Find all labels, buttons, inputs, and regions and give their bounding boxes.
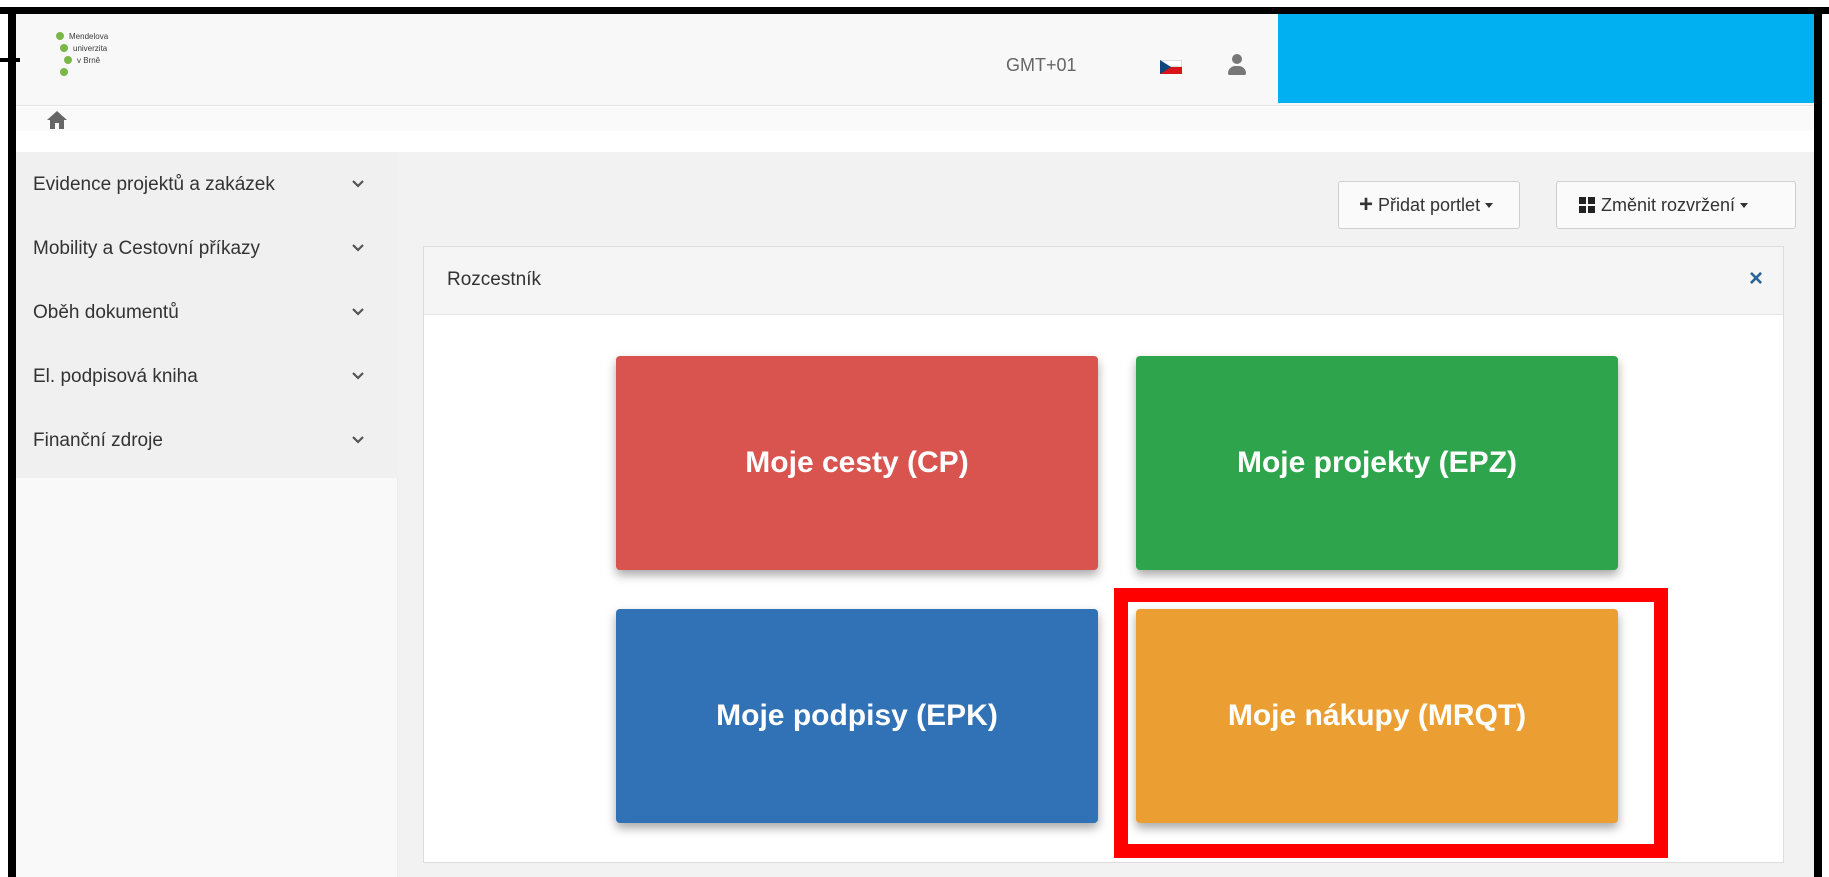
top-header: Mendelova univerzita v Brně GMT+01 — [16, 14, 1814, 106]
sidebar-item-label: Oběh dokumentů — [33, 302, 179, 323]
czech-flag-icon[interactable] — [1160, 60, 1182, 74]
sidebar-item-label: Mobility a Cestovní příkazy — [33, 238, 261, 259]
logo-dot — [60, 44, 68, 52]
logo-text-line: v Brně — [77, 55, 101, 65]
sidebar-item-podpisova-kniha[interactable]: El. podpisová kniha — [16, 344, 398, 408]
sidebar-item-evidence-projektu[interactable]: Evidence projektů a zakázek — [16, 152, 398, 216]
portlet-header: Rozcestník × — [424, 247, 1783, 315]
chevron-down-icon — [352, 244, 364, 252]
frame-border-right — [1814, 7, 1822, 877]
change-layout-button[interactable]: Změnit rozvržení — [1556, 181, 1796, 229]
plus-icon: + — [1359, 191, 1374, 218]
red-highlight-box — [1114, 588, 1668, 858]
tile-moje-projekty[interactable]: Moje projekty (EPZ) — [1136, 356, 1618, 570]
timezone-indicator[interactable]: GMT+01 — [1006, 55, 1077, 76]
logo-dot — [56, 32, 64, 40]
tile-moje-podpisy[interactable]: Moje podpisy (EPK) — [616, 609, 1098, 823]
university-logo[interactable]: Mendelova univerzita v Brně — [56, 30, 176, 90]
logo-dot — [64, 56, 72, 64]
sidebar-item-financni-zdroje[interactable]: Finanční zdroje — [16, 408, 398, 472]
add-portlet-button[interactable]: + Přidat portlet — [1338, 181, 1520, 229]
sidebar-item-label: El. podpisová kniha — [33, 366, 198, 387]
grid-icon — [1579, 197, 1595, 213]
sidebar-item-label: Finanční zdroje — [33, 430, 163, 451]
home-icon[interactable] — [46, 110, 68, 130]
caret-down-icon — [1485, 202, 1494, 208]
sidebar-item-mobility[interactable]: Mobility a Cestovní příkazy — [16, 216, 398, 280]
tile-moje-cesty[interactable]: Moje cesty (CP) — [616, 356, 1098, 570]
logo-text-line: univerzita — [73, 43, 108, 53]
breadcrumb — [16, 107, 1814, 131]
frame-tick — [0, 58, 20, 62]
sidebar-item-obeh-dokumentu[interactable]: Oběh dokumentů — [16, 280, 398, 344]
chevron-down-icon — [352, 372, 364, 380]
user-icon[interactable] — [1226, 54, 1248, 76]
sidebar-item-label: Evidence projektů a zakázek — [33, 174, 275, 195]
redacted-user-area — [1278, 14, 1814, 103]
logo-dot — [60, 68, 68, 76]
chevron-down-icon — [352, 180, 364, 188]
change-layout-label: Změnit rozvržení — [1601, 194, 1736, 215]
portlet-title: Rozcestník — [447, 269, 541, 290]
close-icon[interactable]: × — [1749, 265, 1763, 293]
add-portlet-label: Přidat portlet — [1378, 194, 1481, 215]
caret-down-icon — [1740, 202, 1749, 208]
chevron-down-icon — [352, 308, 364, 316]
chevron-down-icon — [352, 436, 364, 444]
frame-border-top — [0, 7, 1829, 14]
frame-border-left — [8, 7, 16, 877]
logo-text-line: Mendelova — [69, 31, 109, 41]
